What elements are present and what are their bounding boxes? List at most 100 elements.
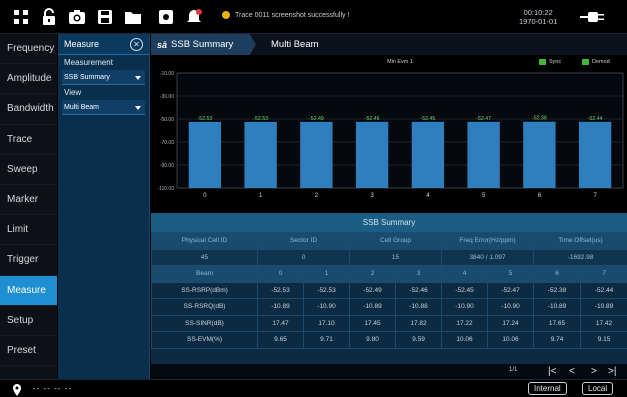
table-cell: -52.44 xyxy=(580,281,627,299)
menu-item-limit[interactable]: Limit xyxy=(0,215,57,246)
menu-item-bandwidth[interactable]: Bandwidth xyxy=(0,94,57,125)
table-cell: -10.89 xyxy=(533,298,582,316)
bar-value-label: -52.53 xyxy=(253,116,268,122)
row-label: SS-RSRP(dBm) xyxy=(151,281,258,299)
row-label: SS-EVM(%) xyxy=(151,331,258,349)
unlock-icon[interactable] xyxy=(40,8,58,26)
table-row: SS-RSRQ(dB) -10.89 -10.90 -10.89 -10.88 -10.9… xyxy=(151,298,627,316)
coordinates: -- -- -- -- xyxy=(33,384,72,393)
chevron-down-icon xyxy=(135,106,141,110)
chart-bar xyxy=(300,121,333,188)
table-row: SS-EVM(%) 9.65 9.71 9.80 9.59 10.06 10.06 9.74 9… xyxy=(151,331,627,349)
beam-header-cell: 4 xyxy=(441,265,489,283)
save-icon[interactable] xyxy=(96,8,114,26)
tab-multi-beam[interactable]: Multi Beam xyxy=(263,34,319,55)
menu-item-amplitude[interactable]: Amplitude xyxy=(0,64,57,95)
table-cell: 10.06 xyxy=(487,331,535,349)
view-value: Multi Beam xyxy=(64,103,100,111)
folder-icon[interactable] xyxy=(124,8,142,26)
x-tick-label: 3 xyxy=(370,193,374,199)
table-cell: -10.90 xyxy=(303,298,350,316)
table-row: SS-RSRP(dBm) -52.53 -52.53 -52.49 -52.46 -52.… xyxy=(151,281,627,299)
beam-header-cell: 5 xyxy=(487,265,535,283)
table-cell: 17.45 xyxy=(349,314,396,332)
bar-value-label: -52.44 xyxy=(588,116,603,122)
chart-bar xyxy=(244,121,277,188)
location-pin-icon xyxy=(12,383,22,396)
bar-value-label: -52.45 xyxy=(421,116,436,122)
table-cell: -52.45 xyxy=(441,281,489,299)
table-cell: -10.90 xyxy=(487,298,535,316)
menu-item-setup[interactable]: Setup xyxy=(0,306,57,336)
bar-value-label: -52.47 xyxy=(476,116,491,122)
table-row: SS-SINR(dB) 17.47 17.10 17.45 17.82 17.22 17.2… xyxy=(151,314,627,332)
menu-item-frequency[interactable]: Frequency xyxy=(0,34,57,65)
chart-bar xyxy=(467,121,500,188)
table-cell: 17.24 xyxy=(487,314,535,332)
beam-header-cell: 6 xyxy=(533,265,582,283)
table-cell: 9.15 xyxy=(580,331,627,349)
cell-info-header-row: Physical Cell ID Sector ID Cell Group Fr… xyxy=(151,232,627,250)
table-cell: -52.38 xyxy=(533,281,582,299)
beam-header-cell: 0 xyxy=(257,265,304,283)
info-icon xyxy=(222,11,230,19)
local-button[interactable]: Local xyxy=(582,382,614,395)
pager: 1/1 |< < > >| xyxy=(151,364,627,379)
chart-bar xyxy=(578,121,612,188)
header-cell-group: Cell Group xyxy=(348,232,443,250)
value-time-offset: -1692.98 xyxy=(533,248,627,266)
bar-value-label: -52.53 xyxy=(198,116,213,122)
beam-header-cell: 2 xyxy=(349,265,396,283)
internal-button[interactable]: Internal xyxy=(528,382,567,395)
tab-multi-beam-label: Multi Beam xyxy=(271,39,319,50)
value-freq-error: 3840 / 1.097 xyxy=(441,248,535,266)
summary-title: SSB Summary xyxy=(151,213,627,232)
measure-panel: Measure ✕ Measurement SSB Summary View M… xyxy=(58,34,150,379)
status-message: Trace 0011 screenshot successfully ! xyxy=(222,11,349,19)
last-page-button[interactable]: >| xyxy=(608,364,616,379)
plot-frame xyxy=(176,72,624,189)
beam-header-cell: Beam xyxy=(151,265,258,283)
table-cell: -52.47 xyxy=(487,281,535,299)
prev-page-button[interactable]: < xyxy=(569,364,575,379)
value-physical-cell-id: 45 xyxy=(151,248,258,266)
next-page-button[interactable]: > xyxy=(591,364,597,379)
menu-item-marker[interactable]: Marker xyxy=(0,185,57,216)
header-freq-error: Freq Error(Hz/ppm) xyxy=(441,232,535,250)
tab-ssb-summary[interactable]: sā SSB Summary xyxy=(151,34,256,55)
measurement-select[interactable]: SSB Summary xyxy=(62,70,145,85)
x-tick-label: 4 xyxy=(426,193,430,199)
y-tick-label: -30.00 xyxy=(160,94,174,100)
table-cell: 9.74 xyxy=(533,331,582,349)
chart-plot-area: -10.00 -30.00 -50.00 -70.00 -90.00 -110.00 -52… xyxy=(157,71,624,199)
view-select[interactable]: Multi Beam xyxy=(62,100,145,115)
y-tick-label: -10.00 xyxy=(160,71,174,77)
table-cell: 17.65 xyxy=(533,314,582,332)
header-time-offset: Time Offset(us) xyxy=(533,232,627,250)
menu-item-trigger[interactable]: Trigger xyxy=(0,245,57,276)
close-icon[interactable]: ✕ xyxy=(130,38,143,51)
apps-grid-icon[interactable] xyxy=(12,8,30,26)
chart-bar xyxy=(188,121,222,188)
y-tick-label: -90.00 xyxy=(160,163,174,169)
menu-item-trace[interactable]: Trace xyxy=(0,125,57,155)
camera-icon[interactable] xyxy=(68,8,86,26)
menu-item-sweep[interactable]: Sweep xyxy=(0,155,57,185)
table-cell: -10.88 xyxy=(394,298,443,316)
first-page-button[interactable]: |< xyxy=(548,364,556,379)
clock-date: 1970-01-01 xyxy=(519,17,558,26)
y-tick-label: -70.00 xyxy=(160,140,174,146)
alarm-bell-icon[interactable] xyxy=(185,8,203,26)
beam-header-cell: 7 xyxy=(580,265,627,283)
x-tick-label: 0 xyxy=(203,193,207,199)
summary-table-area: Physical Cell ID Sector ID Cell Group Fr… xyxy=(151,232,627,364)
chevron-down-icon xyxy=(135,76,141,80)
clock: 00:10:22 1970-01-01 xyxy=(519,8,557,26)
panel-header: Measure ✕ xyxy=(58,34,149,55)
menu-item-measure[interactable]: Measure xyxy=(0,275,57,306)
header-physical-cell-id: Physical Cell ID xyxy=(151,232,258,250)
x-tick-label: 1 xyxy=(259,193,263,199)
side-menu: Frequency Amplitude Bandwidth Trace Swee… xyxy=(0,34,57,379)
gear-icon[interactable] xyxy=(157,8,175,26)
menu-item-preset[interactable]: Preset xyxy=(0,336,57,367)
